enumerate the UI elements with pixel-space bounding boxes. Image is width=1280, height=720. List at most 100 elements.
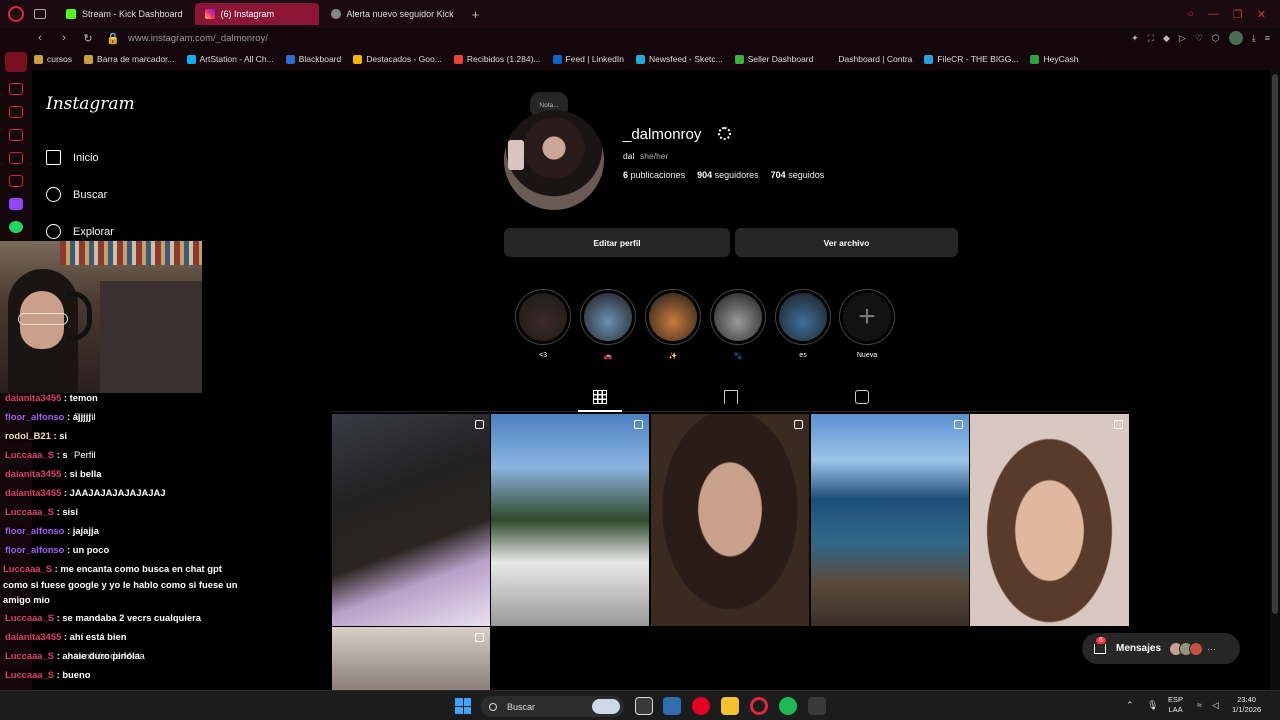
windows-taskbar: Buscar ⌃ 🎙 ESP LAA ≈ ◁ 23:40 1/1/2026 [0, 690, 1280, 720]
linkedin-icon [552, 54, 562, 64]
bookmark-item[interactable]: Newsfeed - Sketc... [635, 54, 723, 64]
nav-explorar[interactable]: Explorar [46, 224, 114, 239]
bookmark-item[interactable]: Feed | LinkedIn [552, 54, 624, 64]
back-icon[interactable]: ‹ [34, 32, 46, 44]
bookmark-item[interactable]: Seller Dashboard [734, 54, 814, 64]
heart-icon[interactable]: ♡ [1195, 33, 1203, 44]
bookmark-label: Seller Dashboard [747, 54, 814, 64]
tab-kick-dashboard[interactable]: Stream - Kick Dashboard [56, 3, 193, 25]
reload-icon[interactable]: ↻ [82, 32, 94, 45]
post-thumbnail[interactable] [491, 414, 649, 626]
close-icon[interactable]: ✕ [1257, 8, 1266, 21]
instagram-logo[interactable]: Instagram [46, 94, 135, 114]
music-icon[interactable] [9, 129, 23, 141]
maximize-icon[interactable]: ❐ [1233, 8, 1243, 21]
new-highlight-button[interactable]: + Nueva [838, 289, 896, 362]
ai-icon[interactable] [9, 106, 23, 118]
following-stat[interactable]: 704 seguidos [771, 170, 825, 180]
chat-username: floor_alfonso [5, 525, 65, 536]
tab-overview-icon[interactable] [34, 9, 46, 19]
windows-start-icon[interactable] [455, 698, 471, 714]
store-icon[interactable] [663, 697, 681, 715]
language-indicator[interactable]: ESP LAA [1168, 695, 1183, 715]
bookmark-item[interactable]: Recibidos (1.284)... [453, 54, 541, 64]
opera-logo-icon[interactable] [8, 6, 24, 22]
settings-gear-icon[interactable] [718, 127, 731, 140]
followers-stat[interactable]: 904 seguidores [697, 170, 759, 180]
scrollbar-thumb[interactable] [1272, 74, 1278, 614]
bookmark-item[interactable]: cursos [34, 54, 72, 64]
snapshot-icon[interactable]: ⛶ [1148, 33, 1154, 44]
tab-alerta-seguidor[interactable]: Alerta nuevo seguidor Kick [321, 3, 464, 25]
messages-button[interactable]: 6 Mensajes ··· [1082, 633, 1240, 664]
chat-username: floor_alfonso [5, 544, 65, 555]
search-tabs-icon[interactable]: ○ [1187, 8, 1194, 21]
home-icon[interactable] [5, 52, 27, 72]
bookmark-item[interactable]: Destacados - Goo... [353, 54, 442, 64]
bookmark-item[interactable]: Dashboard | Contra [825, 54, 912, 64]
player-icon[interactable] [9, 152, 23, 164]
tagged-tab-icon[interactable] [855, 390, 869, 404]
volume-icon[interactable]: ◁ [1212, 700, 1219, 711]
pin-icon[interactable]: ✦ [1131, 33, 1139, 44]
mic-icon[interactable]: 🎙 [1147, 700, 1158, 711]
file-explorer-icon[interactable] [721, 697, 739, 715]
messenger-icon[interactable] [9, 83, 23, 95]
highlight-item[interactable]: 🐾 [709, 289, 767, 362]
post-thumbnail[interactable] [651, 414, 809, 626]
highlight-item[interactable]: es [774, 289, 832, 362]
wifi-icon[interactable]: ≈ [1197, 700, 1202, 710]
highlight-item[interactable]: ✨ [644, 289, 702, 362]
download-icon[interactable]: ⤓ [1252, 33, 1256, 44]
extensions-icon[interactable]: ⬡ [1212, 33, 1220, 44]
nav-inicio[interactable]: Inicio [46, 150, 99, 165]
highlight-ring [580, 289, 636, 345]
chat-username: Luccaaa_S [5, 506, 54, 517]
url-field[interactable]: www.instagram.com/_dalmonroy/ [128, 33, 268, 44]
saved-tab-icon[interactable] [724, 390, 738, 404]
page-scrollbar[interactable] [1270, 70, 1280, 690]
posts-stat[interactable]: 6 publicaciones [623, 170, 685, 180]
menu-icon[interactable]: ≡ [1265, 33, 1270, 43]
bookmark-item[interactable]: Blackboard [285, 54, 341, 64]
pinterest-icon[interactable] [692, 697, 710, 715]
profile-avatar[interactable] [504, 110, 604, 210]
new-tab-button[interactable]: + [472, 7, 480, 22]
highlight-ring [645, 289, 701, 345]
chat-text: : ahaie duro pinola [54, 650, 140, 661]
profile-avatar[interactable] [1228, 31, 1243, 45]
opera-gx-icon[interactable] [808, 697, 826, 715]
edit-profile-button[interactable]: Editar perfil [504, 228, 730, 257]
twitch-icon[interactable] [9, 198, 23, 210]
chat-message: floor_alfonso : ajjjjj [5, 409, 91, 425]
post-thumbnail[interactable] [332, 627, 490, 690]
forward-icon[interactable]: › [58, 32, 70, 44]
spotify-icon[interactable] [779, 697, 797, 715]
tab-instagram[interactable]: (6) Instagram [194, 3, 319, 25]
bookmark-item[interactable]: HeyCash [1030, 54, 1078, 64]
bookmark-item[interactable]: Barra de marcador... [84, 54, 175, 64]
clock[interactable]: 23:40 1/1/2026 [1232, 695, 1261, 715]
opera-taskbar-icon[interactable] [750, 697, 768, 715]
posts-grid-tab-icon[interactable] [593, 390, 607, 404]
post-thumbnail[interactable] [332, 414, 490, 626]
task-view-icon[interactable] [635, 697, 653, 715]
highlight-ring [775, 289, 831, 345]
post-thumbnail[interactable] [811, 414, 969, 626]
shield-icon[interactable]: ◆ [1163, 33, 1170, 44]
bookmark-item[interactable]: FileCR - THE BIGG... [924, 54, 1018, 64]
highlight-ring: + [839, 289, 895, 345]
view-archive-button[interactable]: Ver archivo [735, 228, 958, 257]
post-thumbnail[interactable] [970, 414, 1129, 626]
play-icon[interactable]: ▷ [1179, 33, 1186, 44]
bookmark-item[interactable]: ArtStation - All Ch... [186, 54, 274, 64]
minimize-icon[interactable]: — [1208, 8, 1219, 21]
highlight-item[interactable]: <3 [514, 289, 572, 362]
nav-buscar[interactable]: Buscar [46, 187, 107, 202]
highlight-item[interactable]: 🚗 [579, 289, 637, 362]
tray-chevron-icon[interactable]: ⌃ [1126, 700, 1134, 711]
vpn-icon[interactable] [9, 175, 23, 187]
whatsapp-icon[interactable] [9, 221, 23, 233]
carousel-icon [954, 420, 963, 429]
taskbar-search[interactable]: Buscar [481, 696, 624, 717]
